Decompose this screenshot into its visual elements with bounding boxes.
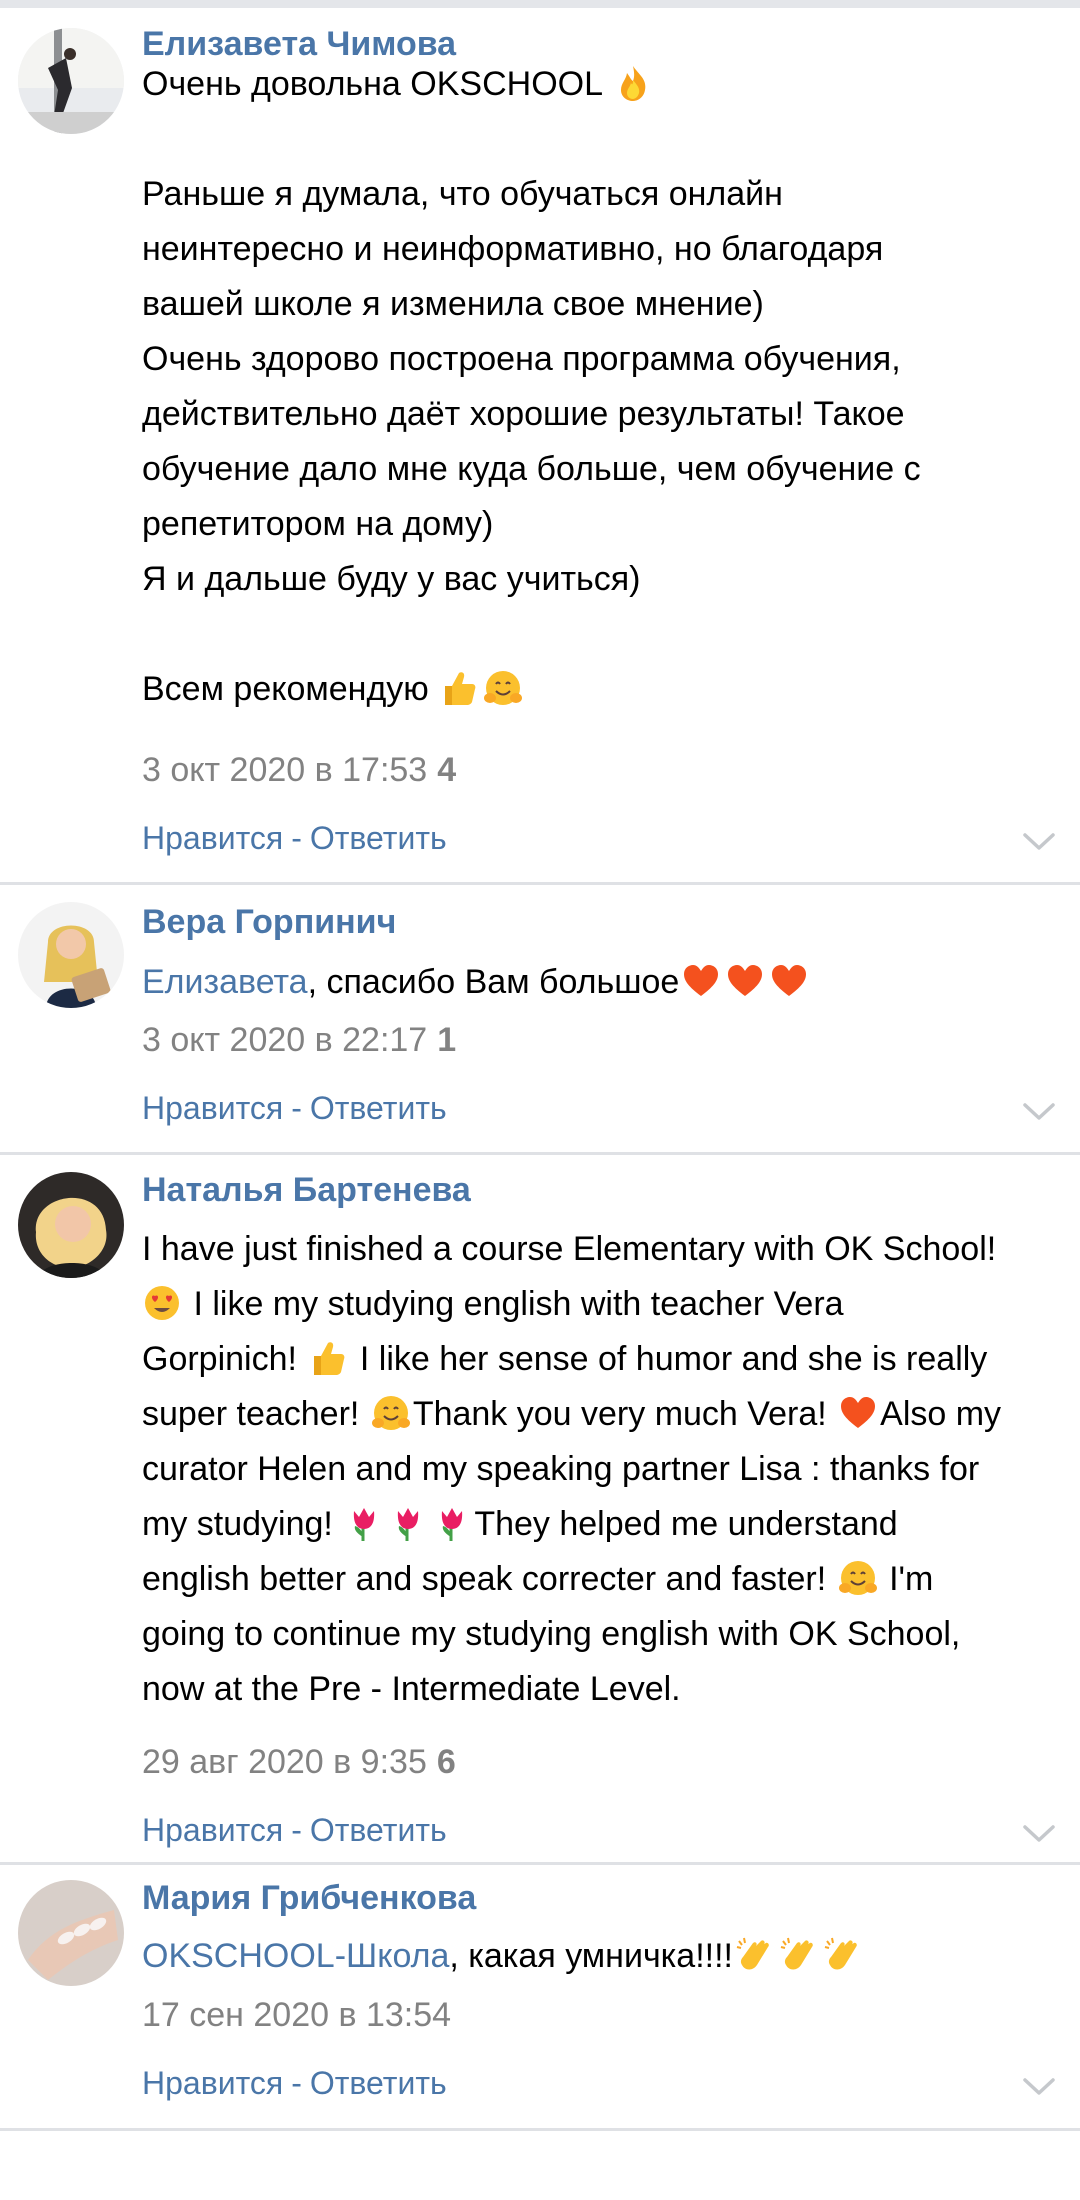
- like-count: 1: [437, 1021, 457, 1059]
- orange-heart-emoji-icon: [725, 961, 765, 1001]
- tulip-emoji-icon: [432, 1503, 472, 1543]
- comment-actions: Нравится - Ответить: [142, 1810, 447, 1850]
- comment-line: I have just finished a course Elementary…: [142, 1230, 997, 1268]
- like-button[interactable]: Нравится: [142, 1090, 283, 1126]
- comment-line: Всем рекомендую: [142, 670, 429, 708]
- hugging-face-emoji-icon: [371, 1393, 411, 1433]
- reply-button[interactable]: Ответить: [310, 2065, 447, 2101]
- comment-line: репетитором на дому): [142, 505, 494, 543]
- comment-divider: [0, 882, 1080, 885]
- comment-actions: Нравится - Ответить: [142, 2063, 447, 2103]
- comment-line: english better and speak correcter and f…: [142, 1560, 827, 1598]
- comment-body: I have just finished a course Elementary…: [142, 1222, 1062, 1717]
- comment-author[interactable]: Наталья Бартенева: [142, 1170, 471, 1210]
- comment-date[interactable]: 3 окт 2020 в 22:17: [142, 1021, 427, 1059]
- comment-line: I like her sense of humor and she is rea…: [359, 1340, 988, 1378]
- comment-line: going to continue my studying english wi…: [142, 1615, 961, 1653]
- comment-meta: 3 окт 2020 в 17:53 4: [142, 750, 456, 790]
- orange-heart-emoji-icon: [838, 1393, 878, 1433]
- comment-line: Я и дальше буду у вас учиться): [142, 560, 641, 598]
- comment-line: Раньше я думала, что обучаться онлайн: [142, 175, 783, 213]
- tulip-emoji-icon: [388, 1503, 428, 1543]
- clapping-hands-emoji-icon: [823, 1935, 863, 1975]
- chevron-down-icon[interactable]: [1022, 1102, 1056, 1122]
- action-separator: -: [291, 820, 302, 856]
- comment-actions: Нравится - Ответить: [142, 818, 447, 858]
- avatar[interactable]: [18, 902, 124, 1008]
- mention-link[interactable]: OKSCHOOL-Школа: [142, 1937, 449, 1975]
- thumbs-up-emoji-icon: [308, 1338, 348, 1378]
- comment-line: my studying!: [142, 1505, 333, 1543]
- comment-author[interactable]: Мария Грибченкова: [142, 1878, 476, 1918]
- like-count: 4: [437, 751, 457, 789]
- chevron-down-icon[interactable]: [1022, 2077, 1056, 2097]
- comment-body: Очень довольна OKSCHOOL Раньше я думала,…: [142, 57, 1062, 717]
- comment-line: curator Helen and my speaking partner Li…: [142, 1450, 980, 1488]
- action-separator: -: [291, 2065, 302, 2101]
- like-button[interactable]: Нравится: [142, 2065, 283, 2101]
- comment-line: They helped me understand: [474, 1505, 898, 1543]
- avatar[interactable]: [18, 1172, 124, 1278]
- comment-line: I like my studying english with teacher …: [193, 1285, 844, 1323]
- comment-line: действительно даёт хорошие результаты! Т…: [142, 395, 905, 433]
- hugging-face-emoji-icon: [838, 1558, 878, 1598]
- action-separator: -: [291, 1090, 302, 1126]
- comment-body: OKSCHOOL-Школа, какая умничка!!!!: [142, 1929, 1062, 1984]
- heart-eyes-emoji-icon: [142, 1283, 182, 1323]
- comment-line: super teacher!: [142, 1395, 360, 1433]
- comment-text: , спасибо Вам большое: [307, 963, 680, 1001]
- thumbs-up-emoji-icon: [439, 668, 479, 708]
- reply-button[interactable]: Ответить: [310, 1090, 447, 1126]
- hugging-face-emoji-icon: [483, 668, 523, 708]
- comment-line: Thank you very much Vera!: [412, 1395, 827, 1433]
- comment-line: now at the Pre - Intermediate Level.: [142, 1670, 681, 1708]
- like-button[interactable]: Нравится: [142, 820, 283, 856]
- comment-divider: [0, 2128, 1080, 2131]
- top-divider: [0, 0, 1080, 8]
- clapping-hands-emoji-icon: [735, 1935, 775, 1975]
- avatar[interactable]: [18, 28, 124, 134]
- comment-date[interactable]: 29 авг 2020 в 9:35: [142, 1743, 427, 1781]
- comment-line: Gorpinich!: [142, 1340, 297, 1378]
- comment-line: вашей школе я изменила свое мнение): [142, 285, 764, 323]
- like-count: 6: [436, 1743, 456, 1781]
- action-separator: -: [291, 1812, 302, 1848]
- comment-body: Елизавета, спасибо Вам большое: [142, 955, 1062, 1010]
- comment-text: , какая умничка!!!!: [449, 1937, 733, 1975]
- comment-line: обучение дало мне куда больше, чем обуче…: [142, 450, 921, 488]
- comment-meta: 17 сен 2020 в 13:54: [142, 1995, 451, 2035]
- chevron-down-icon[interactable]: [1022, 1824, 1056, 1844]
- fire-emoji-icon: [613, 63, 653, 103]
- comment-meta: 29 авг 2020 в 9:35 6: [142, 1742, 456, 1782]
- comment-actions: Нравится - Ответить: [142, 1088, 447, 1128]
- comment-date[interactable]: 3 окт 2020 в 17:53: [142, 751, 427, 789]
- mention-link[interactable]: Елизавета: [142, 963, 308, 1001]
- comment-divider: [0, 1862, 1080, 1865]
- chevron-down-icon[interactable]: [1022, 832, 1056, 852]
- comment-author[interactable]: Вера Горпинич: [142, 902, 396, 942]
- tulip-emoji-icon: [344, 1503, 384, 1543]
- avatar[interactable]: [18, 1880, 124, 1986]
- reply-button[interactable]: Ответить: [310, 820, 447, 856]
- orange-heart-emoji-icon: [769, 961, 809, 1001]
- clapping-hands-emoji-icon: [779, 1935, 819, 1975]
- comment-divider: [0, 1152, 1080, 1155]
- comment-line: I'm: [889, 1560, 934, 1598]
- reply-button[interactable]: Ответить: [310, 1812, 447, 1848]
- comment-line: Очень довольна OKSCHOOL: [142, 65, 603, 103]
- comment-date[interactable]: 17 сен 2020 в 13:54: [142, 1996, 451, 2034]
- comment-line: Also my: [880, 1395, 1002, 1433]
- like-button[interactable]: Нравится: [142, 1812, 283, 1848]
- orange-heart-emoji-icon: [681, 961, 721, 1001]
- comment-meta: 3 окт 2020 в 22:17 1: [142, 1020, 456, 1060]
- comment-line: неинтересно и неинформативно, но благода…: [142, 230, 884, 268]
- comment-line: Очень здорово построена программа обучен…: [142, 340, 901, 378]
